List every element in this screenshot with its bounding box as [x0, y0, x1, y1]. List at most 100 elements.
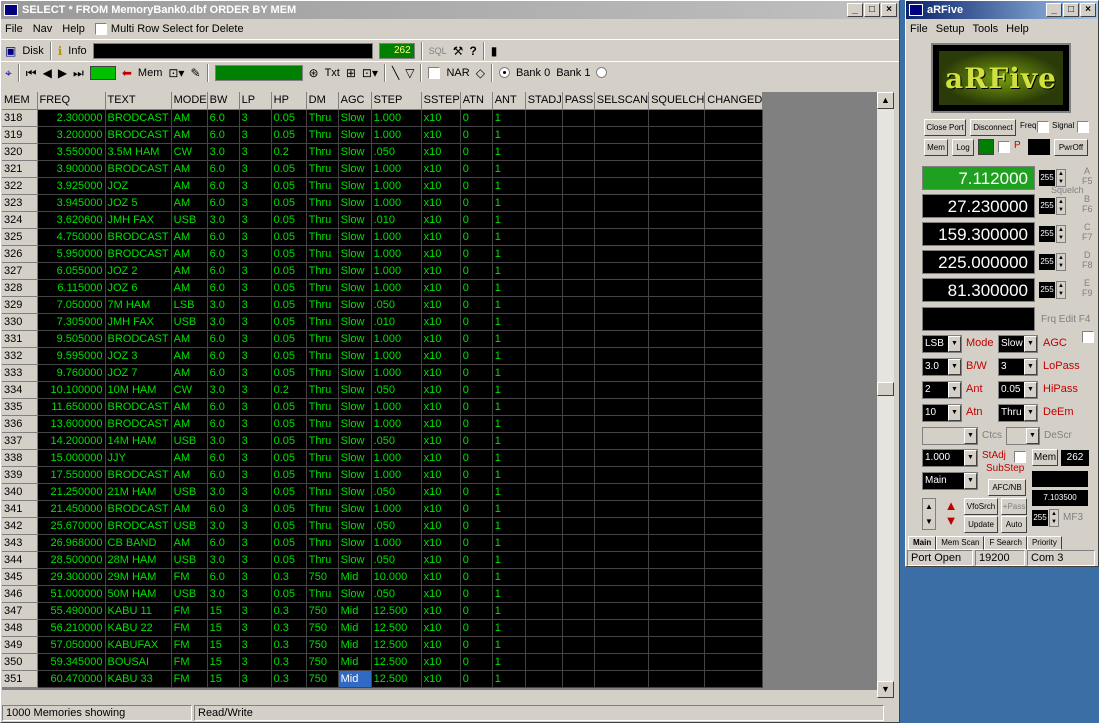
table-cell[interactable] — [594, 347, 650, 365]
table-cell[interactable] — [525, 364, 563, 382]
brush-icon[interactable]: ╲ — [392, 66, 399, 80]
pwroff-button[interactable]: PwrOff — [1054, 139, 1088, 156]
pen-icon[interactable]: ✎ — [190, 66, 200, 80]
table-cell[interactable]: 3 — [239, 449, 272, 467]
table-cell[interactable]: Thru — [306, 585, 339, 603]
table-cell[interactable] — [648, 585, 706, 603]
table-cell[interactable]: x10 — [421, 517, 461, 535]
table-cell[interactable]: 0.05 — [271, 109, 307, 127]
table-cell[interactable]: Thru — [306, 534, 339, 552]
table-cell[interactable]: x10 — [421, 262, 461, 280]
table-cell[interactable]: Thru — [306, 415, 339, 433]
table-cell[interactable]: 0 — [460, 330, 493, 348]
table-cell[interactable] — [594, 551, 650, 569]
table-cell[interactable]: 1.000 — [371, 500, 422, 518]
table-cell[interactable]: 0 — [460, 177, 493, 195]
table-cell[interactable]: Thru — [306, 160, 339, 178]
table-cell[interactable]: 6.0 — [207, 347, 240, 365]
table-cell[interactable] — [648, 636, 706, 654]
table-cell[interactable]: 0.3 — [271, 636, 307, 654]
table-cell[interactable]: 1.000 — [371, 279, 422, 297]
table-cell[interactable]: 3 — [239, 415, 272, 433]
column-header-freq[interactable]: FREQ — [37, 92, 106, 110]
table-row[interactable]: 327 6.055000 JOZ 2 AM 6.0 3 0.05 Thru Slow 1.000 x… — [2, 262, 764, 280]
table-cell[interactable]: 0.05 — [271, 296, 307, 314]
table-cell[interactable]: 2.300000 — [37, 109, 106, 127]
table-cell[interactable]: 0 — [460, 517, 493, 535]
table-cell[interactable]: 17.550000 — [37, 466, 106, 484]
table-cell[interactable]: 0 — [460, 313, 493, 331]
vfosrch-button[interactable]: VfoSrch — [964, 498, 998, 515]
table-cell[interactable]: 15 — [207, 653, 240, 671]
mode-select[interactable]: LSB ▼ — [922, 335, 962, 353]
table-cell[interactable]: AM — [171, 279, 208, 297]
sql-icon[interactable]: SQL — [429, 44, 447, 58]
table-cell[interactable]: Thru — [306, 211, 339, 229]
table-cell[interactable] — [704, 364, 764, 382]
table-cell[interactable]: AM — [171, 500, 208, 518]
vfo-frequency-d[interactable]: 225.000000 — [922, 250, 1035, 274]
row-number-cell[interactable]: 342 — [2, 517, 38, 535]
table-cell[interactable] — [525, 126, 563, 144]
table-cell[interactable] — [704, 551, 764, 569]
table-cell[interactable] — [594, 364, 650, 382]
table-cell[interactable] — [704, 466, 764, 484]
filter-icon[interactable]: ▽ — [405, 66, 414, 80]
table-cell[interactable]: 13.600000 — [37, 415, 106, 433]
table-cell[interactable]: 3.0 — [207, 551, 240, 569]
table-row[interactable]: 344 28.500000 28M HAM USB 3.0 3 0.05 Thru Slow .0… — [2, 551, 764, 569]
table-cell[interactable] — [594, 245, 650, 263]
table-cell[interactable]: 0.05 — [271, 500, 307, 518]
table-cell[interactable]: BRODCAST — [105, 466, 172, 484]
table-cell[interactable] — [648, 653, 706, 671]
table-cell[interactable] — [594, 109, 650, 127]
table-cell[interactable]: Thru — [306, 296, 339, 314]
table-cell[interactable] — [525, 279, 563, 297]
table-cell[interactable]: 6.0 — [207, 568, 240, 586]
table-cell[interactable]: FM — [171, 670, 208, 688]
row-number-cell[interactable]: 320 — [2, 143, 38, 161]
table-cell[interactable]: 1 — [492, 330, 526, 348]
table-cell[interactable]: 0 — [460, 398, 493, 416]
table-cell[interactable] — [525, 160, 563, 178]
table-cell[interactable]: 1 — [492, 126, 526, 144]
table-cell[interactable] — [562, 245, 595, 263]
table-cell[interactable]: Thru — [306, 262, 339, 280]
table-cell[interactable] — [594, 160, 650, 178]
table-cell[interactable] — [648, 194, 706, 212]
table-cell[interactable]: 3 — [239, 126, 272, 144]
close-button[interactable]: × — [881, 3, 897, 17]
row-number-cell[interactable]: 334 — [2, 381, 38, 399]
table-cell[interactable]: Slow — [338, 534, 372, 552]
table-cell[interactable]: 3.200000 — [37, 126, 106, 144]
table-cell[interactable]: 0 — [460, 636, 493, 654]
arrow-left-icon[interactable]: ⬅ — [122, 66, 132, 80]
table-cell[interactable]: USB — [171, 313, 208, 331]
row-number-cell[interactable]: 328 — [2, 279, 38, 297]
table-cell[interactable]: Mid — [338, 636, 372, 654]
table-cell[interactable]: 0.05 — [271, 194, 307, 212]
table-cell[interactable] — [594, 211, 650, 229]
table-cell[interactable] — [594, 279, 650, 297]
table-cell[interactable]: 28.500000 — [37, 551, 106, 569]
mem-button[interactable]: Mem — [138, 67, 162, 79]
ant-select[interactable]: 2 ▼ — [922, 381, 962, 399]
tools-icon[interactable]: ⚒ — [453, 44, 464, 58]
table-cell[interactable]: .050 — [371, 585, 422, 603]
table-cell[interactable] — [594, 194, 650, 212]
table-cell[interactable] — [562, 449, 595, 467]
table-cell[interactable] — [562, 534, 595, 552]
table-cell[interactable] — [648, 619, 706, 637]
scroll-thumb[interactable] — [877, 382, 894, 396]
table-cell[interactable]: Mid — [338, 653, 372, 671]
table-cell[interactable]: 6.0 — [207, 279, 240, 297]
table-cell[interactable]: 3 — [239, 194, 272, 212]
table-cell[interactable] — [704, 449, 764, 467]
afcnb-button[interactable]: AFC/NB — [988, 479, 1026, 496]
table-cell[interactable]: x10 — [421, 551, 461, 569]
table-cell[interactable]: Thru — [306, 466, 339, 484]
table-cell[interactable] — [562, 143, 595, 161]
row-number-cell[interactable]: 327 — [2, 262, 38, 280]
table-cell[interactable]: 12.500 — [371, 619, 422, 637]
column-header-step[interactable]: STEP — [371, 92, 422, 110]
